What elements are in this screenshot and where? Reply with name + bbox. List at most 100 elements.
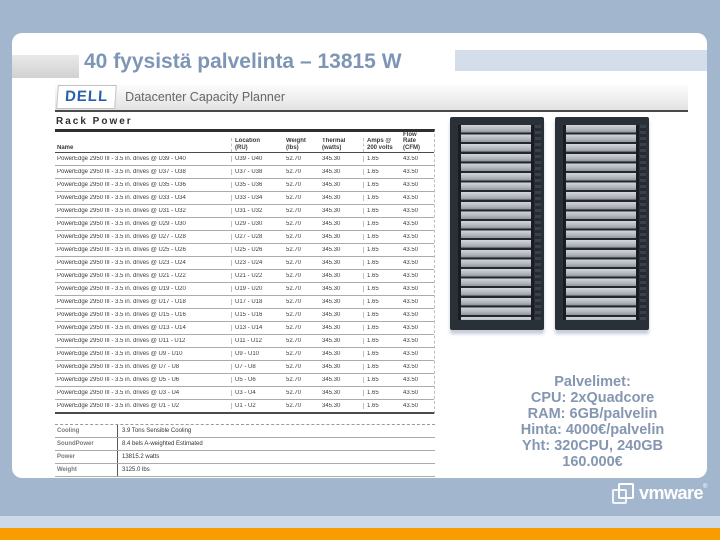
spec-line: 160.000€ bbox=[562, 454, 623, 470]
summary-label: Power bbox=[57, 454, 76, 460]
cell-amps: 1.65 bbox=[363, 325, 401, 331]
cell-amps: 1.65 bbox=[363, 234, 401, 240]
cell-location: U35 - U36 bbox=[231, 182, 285, 188]
cell-amps: 1.65 bbox=[363, 156, 401, 162]
summary-row: SoundPower 8.4 bels A-weighted Estimated bbox=[55, 438, 435, 451]
summary-value: 3125.0 lbs bbox=[117, 464, 435, 476]
rack-servers bbox=[458, 125, 534, 320]
cell-flow-rate: 43.50 bbox=[403, 273, 419, 279]
cell-weight: 52.70 bbox=[286, 273, 302, 279]
cell-thermal: 345.30 bbox=[322, 286, 341, 292]
cell-weight: 52.70 bbox=[286, 156, 302, 162]
cell-flow-rate: 43.50 bbox=[403, 390, 419, 396]
table-row: PowerEdge 2950 III - 3.5 in. drives @ U2… bbox=[55, 257, 434, 270]
cell-flow-rate: 43.50 bbox=[403, 182, 419, 188]
cell-flow-rate: 43.50 bbox=[403, 312, 419, 318]
table-row: PowerEdge 2950 III - 3.5 in. drives @ U3… bbox=[55, 179, 434, 192]
table-row: PowerEdge 2950 III - 3.5 in. drives @ U2… bbox=[55, 244, 434, 257]
cell-amps: 1.65 bbox=[363, 221, 401, 227]
cell-flow-rate: 43.50 bbox=[403, 234, 419, 240]
summary-label: SoundPower bbox=[57, 441, 94, 447]
cell-weight: 52.70 bbox=[286, 208, 302, 214]
table-row: PowerEdge 2950 III - 3.5 in. drives @ U9… bbox=[55, 348, 434, 361]
cell-location: U37 - U38 bbox=[231, 169, 285, 175]
cell-server-name: PowerEdge 2950 III - 3.5 in. drives @ U3… bbox=[57, 195, 186, 201]
table-row: PowerEdge 2950 III - 3.5 in. drives @ U3… bbox=[55, 205, 434, 218]
column-header-name: Name bbox=[57, 144, 74, 151]
cell-location: U13 - U14 bbox=[231, 325, 285, 331]
title-accent-left-bar bbox=[12, 55, 79, 78]
cell-server-name: PowerEdge 2950 III - 3.5 in. drives @ U3… bbox=[57, 208, 186, 214]
cell-amps: 1.65 bbox=[363, 364, 401, 370]
cell-server-name: PowerEdge 2950 III - 3.5 in. drives @ U9… bbox=[57, 351, 183, 357]
cell-thermal: 345.30 bbox=[322, 182, 341, 188]
cell-server-name: PowerEdge 2950 III - 3.5 in. drives @ U3… bbox=[57, 156, 186, 162]
spec-line: RAM: 6GB/palvelin bbox=[527, 406, 658, 422]
cell-weight: 52.70 bbox=[286, 260, 302, 266]
cell-server-name: PowerEdge 2950 III - 3.5 in. drives @ U1… bbox=[57, 312, 186, 318]
cell-server-name: PowerEdge 2950 III - 3.5 in. drives @ U2… bbox=[57, 260, 186, 266]
summary-label: Weight bbox=[57, 467, 77, 473]
dell-planner-header: DELL Datacenter Capacity Planner bbox=[55, 84, 688, 112]
cell-location: U1 - U2 bbox=[231, 403, 285, 409]
table-row: PowerEdge 2950 III - 3.5 in. drives @ U1… bbox=[55, 296, 434, 309]
cell-flow-rate: 43.50 bbox=[403, 325, 419, 331]
cell-thermal: 345.30 bbox=[322, 156, 341, 162]
cell-amps: 1.65 bbox=[363, 338, 401, 344]
summary-row: Weight 3125.0 lbs bbox=[55, 464, 435, 477]
cell-flow-rate: 43.50 bbox=[403, 260, 419, 266]
rack-power-heading: Rack Power bbox=[56, 116, 133, 127]
cell-thermal: 345.30 bbox=[322, 299, 341, 305]
table-header-row: Name Location (RU) Weight (lbs) Thermal … bbox=[55, 132, 434, 153]
cell-thermal: 345.30 bbox=[322, 234, 341, 240]
cell-server-name: PowerEdge 2950 III - 3.5 in. drives @ U1… bbox=[57, 403, 180, 409]
cell-thermal: 345.30 bbox=[322, 169, 341, 175]
slide-title: 40 fyysistä palvelinta – 13815 W bbox=[84, 50, 402, 73]
cell-thermal: 345.30 bbox=[322, 403, 341, 409]
table-row: PowerEdge 2950 III - 3.5 in. drives @ U1… bbox=[55, 335, 434, 348]
cell-thermal: 345.30 bbox=[322, 390, 341, 396]
cell-thermal: 345.30 bbox=[322, 325, 341, 331]
cell-location: U17 - U18 bbox=[231, 299, 285, 305]
cell-amps: 1.65 bbox=[363, 182, 401, 188]
cell-weight: 52.70 bbox=[286, 351, 302, 357]
cell-weight: 52.70 bbox=[286, 325, 302, 331]
cell-location: U23 - U24 bbox=[231, 260, 285, 266]
cell-server-name: PowerEdge 2950 III - 3.5 in. drives @ U3… bbox=[57, 169, 186, 175]
cell-flow-rate: 43.50 bbox=[403, 247, 419, 253]
cell-flow-rate: 43.50 bbox=[403, 403, 419, 409]
rack-power-table: Name Location (RU) Weight (lbs) Thermal … bbox=[55, 129, 435, 414]
table-body: PowerEdge 2950 III - 3.5 in. drives @ U3… bbox=[55, 153, 434, 414]
column-header-location: Location (RU) bbox=[231, 138, 285, 152]
cell-location: U9 - U10 bbox=[231, 351, 285, 357]
cell-thermal: 345.30 bbox=[322, 221, 341, 227]
rack-summary-table: Cooling 3.9 Tons Sensible Cooling SoundP… bbox=[55, 424, 435, 477]
table-row: PowerEdge 2950 III - 3.5 in. drives @ U2… bbox=[55, 270, 434, 283]
cell-flow-rate: 43.50 bbox=[403, 286, 419, 292]
spec-line: Palvelimet: bbox=[554, 374, 631, 390]
summary-value: 3.9 Tons Sensible Cooling bbox=[117, 425, 435, 437]
cell-thermal: 345.30 bbox=[322, 195, 341, 201]
cell-location: U11 - U12 bbox=[231, 338, 285, 344]
cell-location: U33 - U34 bbox=[231, 195, 285, 201]
cell-amps: 1.65 bbox=[363, 403, 401, 409]
cell-amps: 1.65 bbox=[363, 286, 401, 292]
cell-server-name: PowerEdge 2950 III - 3.5 in. drives @ U7… bbox=[57, 364, 180, 370]
cell-thermal: 345.30 bbox=[322, 338, 341, 344]
planner-app-title: Datacenter Capacity Planner bbox=[125, 90, 285, 104]
table-row: PowerEdge 2950 III - 3.5 in. drives @ U1… bbox=[55, 322, 434, 335]
cell-server-name: PowerEdge 2950 III - 3.5 in. drives @ U2… bbox=[57, 221, 186, 227]
cell-flow-rate: 43.50 bbox=[403, 299, 419, 305]
cell-location: U19 - U20 bbox=[231, 286, 285, 292]
footer-strip-light bbox=[0, 516, 720, 528]
cell-thermal: 345.30 bbox=[322, 208, 341, 214]
cell-location: U21 - U22 bbox=[231, 273, 285, 279]
vmware-logo: vmware ® bbox=[612, 482, 707, 504]
column-header-thermal: Thermal (watts) bbox=[322, 138, 346, 151]
title-accent-right-bar bbox=[455, 50, 707, 71]
summary-label: Cooling bbox=[57, 428, 80, 434]
summary-row: Power 13815.2 watts bbox=[55, 451, 435, 464]
cell-location: U25 - U26 bbox=[231, 247, 285, 253]
cell-thermal: 345.30 bbox=[322, 351, 341, 357]
table-row: PowerEdge 2950 III - 3.5 in. drives @ U3… bbox=[55, 166, 434, 179]
